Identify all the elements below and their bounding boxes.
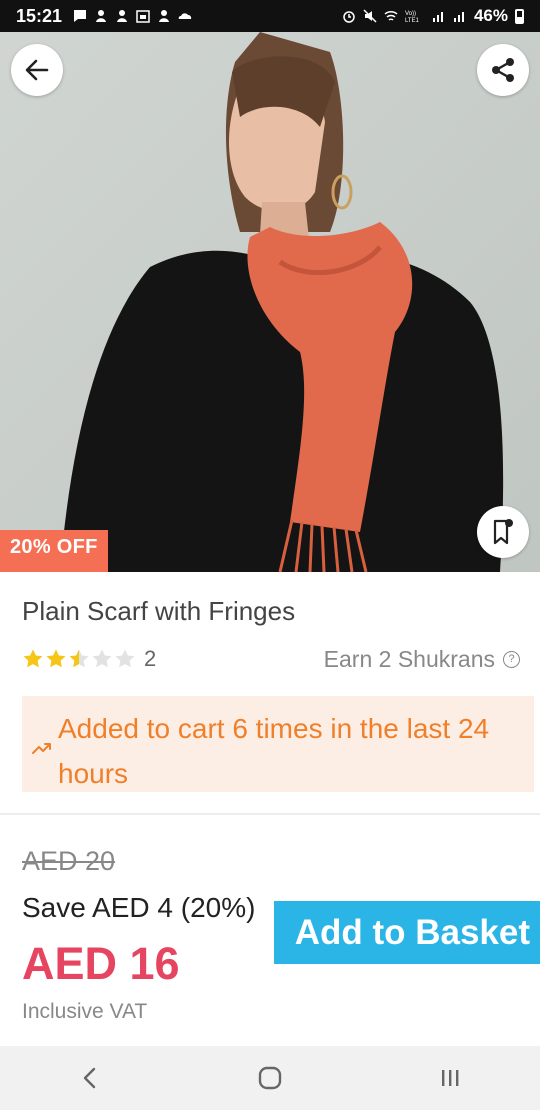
original-price: AED 20 xyxy=(22,846,116,876)
shukrans-info: Earn 2 Shukrans ? xyxy=(324,646,520,673)
shukrans-text: Earn 2 Shukrans xyxy=(323,645,495,672)
star-icon xyxy=(46,649,66,668)
cloud-icon xyxy=(178,13,192,19)
sale-price: AED 16 xyxy=(22,938,180,989)
arrow-left-icon xyxy=(25,59,49,81)
system-nav-bar xyxy=(0,1046,540,1110)
cart-trend-banner: Added to cart 6 times in the last 24 hou… xyxy=(22,696,534,792)
nav-recents-button[interactable] xyxy=(420,1053,480,1103)
star-icon xyxy=(23,649,43,668)
bookmark-icon xyxy=(493,519,513,545)
app-icon xyxy=(117,10,128,22)
signal-icon xyxy=(453,12,464,22)
add-to-basket-button[interactable]: Add to Basket xyxy=(274,901,540,964)
trending-up-icon xyxy=(32,743,51,754)
status-left: 15:21 xyxy=(16,6,192,27)
status-bar: 15:21 Vo)) LTE1 46% xyxy=(0,0,540,32)
rating-row: 2 Earn 2 Shukrans ? xyxy=(22,644,520,674)
volte-icon: Vo))LTE1 xyxy=(405,11,420,23)
nav-back-button[interactable] xyxy=(60,1053,120,1103)
share-icon xyxy=(492,58,514,82)
back-button[interactable] xyxy=(11,44,63,96)
help-icon[interactable]: ? xyxy=(503,650,520,668)
message-icon xyxy=(74,10,87,22)
star-icon xyxy=(115,649,135,668)
star-icon xyxy=(69,649,89,668)
wifi-icon xyxy=(384,10,398,21)
share-button[interactable] xyxy=(477,44,529,96)
product-photo xyxy=(0,32,540,572)
svg-text:LTE1: LTE1 xyxy=(405,18,420,23)
nav-back-icon xyxy=(83,1067,96,1089)
star-icon xyxy=(92,649,112,668)
review-count[interactable]: 2 xyxy=(144,646,156,672)
alarm-icon xyxy=(343,11,355,23)
battery-icon xyxy=(515,8,524,24)
nav-home-icon xyxy=(258,1066,282,1090)
app-icon xyxy=(96,10,107,22)
calendar-icon xyxy=(136,10,150,23)
discount-tag: 20% OFF xyxy=(0,530,108,572)
battery-percent: 46% xyxy=(473,6,508,25)
star-rating[interactable] xyxy=(22,648,136,670)
vat-note: Inclusive VAT xyxy=(22,1000,148,1023)
cart-trend-text: Added to cart 6 times in the last 24 hou… xyxy=(58,713,490,789)
status-right: Vo)) LTE1 46% xyxy=(342,6,524,26)
product-image[interactable]: 20% OFF xyxy=(0,32,540,572)
wishlist-button[interactable] xyxy=(477,506,529,558)
divider xyxy=(0,813,540,815)
mute-icon xyxy=(363,9,377,23)
svg-text:Vo)): Vo)) xyxy=(405,11,416,17)
app-icon xyxy=(159,10,170,22)
nav-recents-icon xyxy=(442,1070,459,1086)
savings-text: Save AED 4 (20%) xyxy=(22,892,256,923)
product-title: Plain Scarf with Fringes xyxy=(22,596,296,626)
nav-home-button[interactable] xyxy=(240,1053,300,1103)
signal-icon xyxy=(432,12,443,22)
status-time: 15:21 xyxy=(16,5,63,26)
